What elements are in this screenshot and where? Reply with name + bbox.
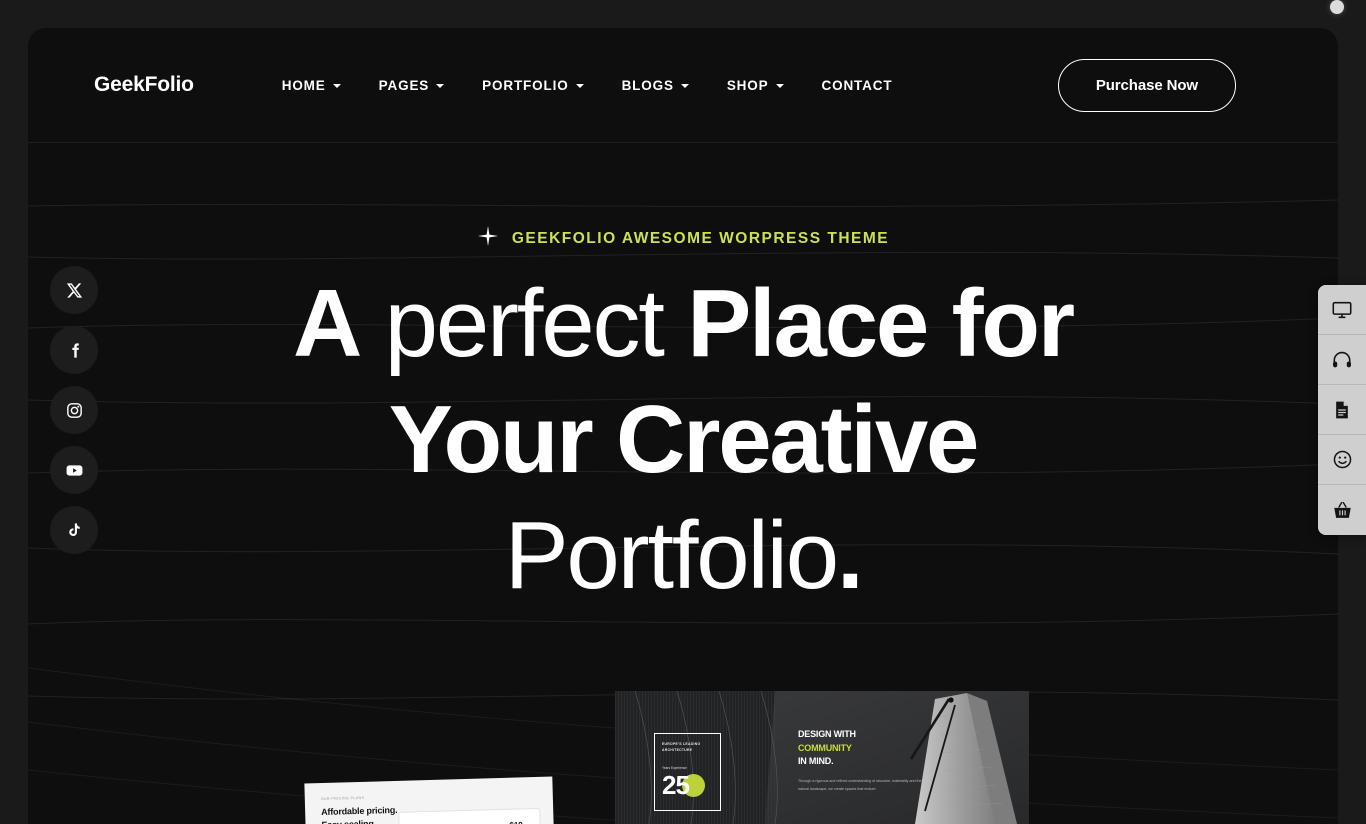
chevron-down-icon: [436, 84, 445, 88]
site-header: GeekFolio HOME PAGES PORTFOLIO BLOGS SHO…: [28, 28, 1338, 143]
hero-title-line-3: Portfolio: [504, 502, 840, 610]
nav-item-contact[interactable]: CONTACT: [822, 78, 893, 93]
nav-item-shop[interactable]: SHOP: [727, 78, 784, 93]
nav-item-pages[interactable]: PAGES: [379, 78, 445, 93]
brand-logo[interactable]: GeekFolio: [94, 73, 194, 97]
monitor-icon: [1331, 299, 1353, 321]
document-icon: [1332, 400, 1352, 420]
chevron-down-icon: [775, 84, 784, 88]
nav-label: CONTACT: [821, 77, 893, 93]
facebook-icon: [66, 342, 83, 359]
tool-dock: [1318, 285, 1366, 535]
nav-label: PORTFOLIO: [482, 77, 569, 93]
nav-item-portfolio[interactable]: PORTFOLIO: [482, 77, 584, 93]
browser-viewport: GeekFolio HOME PAGES PORTFOLIO BLOGS SHO…: [0, 0, 1366, 824]
dock-button-feedback[interactable]: [1318, 435, 1366, 485]
basket-icon: [1332, 500, 1353, 521]
hero-title-period: .: [836, 502, 864, 610]
hero-title: A perfect Place for Your Creative Portfo…: [28, 266, 1338, 614]
scroll-indicator-dot: [1330, 0, 1344, 14]
dock-button-support[interactable]: [1318, 335, 1366, 385]
chevron-down-icon: [680, 84, 689, 88]
tiktok-icon: [66, 522, 82, 538]
nav-label: BLOGS: [621, 77, 674, 93]
purchase-now-button[interactable]: Purchase Now: [1057, 58, 1236, 112]
instagram-icon: [66, 402, 83, 419]
chevron-down-icon: [332, 84, 341, 88]
dock-button-documentation[interactable]: [1318, 385, 1366, 435]
social-link-instagram[interactable]: [50, 386, 98, 434]
social-link-tiktok[interactable]: [50, 506, 98, 554]
chevron-down-icon: [575, 84, 584, 88]
dock-button-buy[interactable]: [1318, 485, 1366, 535]
dock-button-demos[interactable]: [1318, 285, 1366, 335]
nav-label: HOME: [281, 77, 326, 93]
nav-label: PAGES: [378, 77, 430, 93]
social-link-youtube[interactable]: [50, 446, 98, 494]
hero-title-word-a: A: [293, 270, 362, 377]
social-rail: [50, 266, 98, 554]
nav-item-blogs[interactable]: BLOGS: [622, 78, 689, 93]
hero-title-word-perfect: perfect: [360, 270, 688, 377]
main-navigation: HOME PAGES PORTFOLIO BLOGS SHOP CONTACT: [282, 78, 893, 93]
site-panel: GeekFolio HOME PAGES PORTFOLIO BLOGS SHO…: [28, 28, 1338, 824]
hero-section: GEEKFOLIO AWESOME WORPRESS THEME A perfe…: [28, 143, 1338, 824]
youtube-icon: [65, 461, 84, 480]
hero-eyebrow-text: GEEKFOLIO AWESOME WORPRESS THEME: [511, 229, 890, 247]
nav-label: SHOP: [726, 77, 769, 93]
hero-title-word-place-for: Place for: [687, 270, 1075, 377]
headphones-icon: [1331, 349, 1353, 371]
sparkle-icon: [477, 225, 499, 252]
social-link-facebook[interactable]: [50, 326, 98, 374]
hero-title-line-2: Your Creative: [388, 386, 980, 494]
nav-item-home[interactable]: HOME: [282, 78, 341, 93]
x-icon: [66, 282, 83, 299]
smiley-icon: [1332, 449, 1353, 470]
hero-eyebrow: GEEKFOLIO AWESOME WORPRESS THEME: [28, 143, 1338, 252]
social-link-x[interactable]: [50, 266, 98, 314]
